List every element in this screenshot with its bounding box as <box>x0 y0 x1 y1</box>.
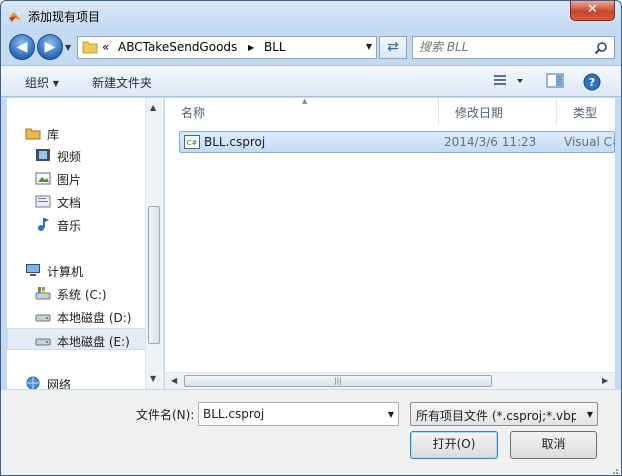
refresh-button[interactable]: ⇄ <box>379 36 407 59</box>
breadcrumb-item-bll[interactable]: BLL <box>264 40 286 54</box>
library-icon <box>25 128 41 140</box>
sidebar-item-label: 计算机 <box>47 265 84 279</box>
svg-text:?: ? <box>589 76 595 89</box>
organize-button[interactable]: 组织 ▾ <box>25 74 59 91</box>
picture-icon <box>35 172 51 185</box>
navigation-pane: 库 视频 图片 文档 音乐 计算机 系统 (C:) 本地磁盘 (D:) 本地磁盘… <box>7 98 164 389</box>
document-icon <box>35 195 51 208</box>
sidebar-item-drive-d[interactable]: 本地磁盘 (D:) <box>7 305 147 327</box>
breadcrumb-overflow[interactable]: « <box>102 40 109 54</box>
refresh-icon: ⇄ <box>387 39 399 55</box>
search-icon[interactable] <box>594 41 608 55</box>
sidebar-item-label: 文档 <box>57 196 82 210</box>
column-header-name[interactable]: 名称 ▲ <box>165 98 439 125</box>
file-modified: 2014/3/6 11:23 <box>444 135 537 149</box>
sidebar-item-network[interactable]: 网络 <box>7 372 147 389</box>
sidebar-item-drive-e[interactable]: 本地磁盘 (E:) <box>7 328 147 350</box>
scroll-right-icon[interactable]: ▶ <box>602 376 608 385</box>
breadcrumb-separator-icon[interactable]: ▶ <box>248 43 254 52</box>
sidebar-item-drive-c[interactable]: 系统 (C:) <box>7 282 147 304</box>
sidebar-item-label: 本地磁盘 (E:) <box>57 335 130 349</box>
close-button[interactable]: ✕ <box>570 1 615 21</box>
table-row[interactable]: C# BLL.csproj 2014/3/6 11:23 Visual C# <box>179 131 615 153</box>
new-folder-button[interactable]: 新建文件夹 <box>92 74 152 91</box>
drive-icon <box>35 314 51 322</box>
preview-pane-icon[interactable] <box>546 73 564 89</box>
file-type-select[interactable]: 所有项目文件 (*.csproj;*.vbproj ▼ <box>410 402 598 426</box>
dialog-footer: 文件名(N): BLL.csproj ▼ 所有项目文件 (*.csproj;*.… <box>1 390 621 475</box>
command-bar: 组织 ▾ 新建文件夹 ? <box>1 65 621 97</box>
sidebar-item-library[interactable]: 库 <box>7 122 147 144</box>
breadcrumb-item-abctakesendgoods[interactable]: ABCTakeSendGoods <box>118 40 237 54</box>
column-header-modified[interactable]: 修改日期 <box>439 98 557 125</box>
folder-icon <box>82 41 98 54</box>
video-icon <box>36 149 50 161</box>
sidebar-item-music[interactable]: 音乐 <box>7 213 147 235</box>
recent-pages-dropdown[interactable]: ▼ <box>65 43 71 52</box>
scrollbar-thumb[interactable]: ||| <box>184 375 492 387</box>
sidebar-item-label: 系统 (C:) <box>57 288 107 302</box>
forward-button[interactable]: ▶ <box>37 34 63 60</box>
cancel-button[interactable]: 取消 <box>510 431 597 459</box>
visual-studio-icon <box>9 12 21 22</box>
scroll-down-icon[interactable]: ▼ <box>150 374 156 383</box>
window-title: 添加现有项目 <box>28 10 101 24</box>
back-button[interactable]: ◀ <box>9 34 35 60</box>
file-list: 名称 ▲ 修改日期 类型 C# BLL.csproj 2014/3/6 11:2… <box>165 98 615 389</box>
svg-text:C#: C# <box>187 139 198 147</box>
address-dropdown-icon[interactable]: ▼ <box>366 42 372 51</box>
sort-ascending-icon: ▲ <box>302 98 308 105</box>
sidebar-item-pictures[interactable]: 图片 <box>7 167 147 189</box>
view-options-icon[interactable] <box>493 73 523 89</box>
scrollbar-thumb[interactable] <box>148 206 160 344</box>
file-type-dropdown-icon[interactable]: ▼ <box>587 410 593 419</box>
address-bar-row: ◀ ▶ ▼ « ABCTakeSendGoods ▶ BLL ▼ ⇄ <box>1 31 621 63</box>
sidebar-item-label: 库 <box>47 128 60 142</box>
filename-label: 文件名(N): <box>136 408 195 422</box>
csproj-file-icon: C# <box>184 135 200 149</box>
sidebar-item-computer[interactable]: 计算机 <box>7 259 147 281</box>
file-name: BLL.csproj <box>204 135 266 149</box>
computer-icon <box>26 264 40 276</box>
search-box[interactable] <box>412 36 615 59</box>
sidebar-item-video[interactable]: 视频 <box>7 144 147 166</box>
sidebar-item-documents[interactable]: 文档 <box>7 190 147 212</box>
address-field[interactable]: « ABCTakeSendGoods ▶ BLL ▼ <box>77 36 377 59</box>
filename-dropdown-icon[interactable]: ▼ <box>388 410 394 419</box>
sidebar-item-label: 图片 <box>57 173 82 187</box>
file-type-value: 所有项目文件 (*.csproj;*.vbproj <box>416 409 576 423</box>
title-bar: 添加现有项目 ✕ <box>1 1 621 31</box>
open-button[interactable]: 打开(O) <box>410 431 498 459</box>
scroll-left-icon[interactable]: ◀ <box>171 376 177 385</box>
sidebar-item-label: 音乐 <box>57 219 82 233</box>
sidebar-item-label: 视频 <box>57 150 82 164</box>
add-existing-item-dialog: 添加现有项目 ✕ ◀ ▶ ▼ « ABCTakeSendGoods ▶ BLL … <box>0 0 622 476</box>
resize-grip-icon[interactable] <box>609 465 619 475</box>
sidebar-item-label: 本地磁盘 (D:) <box>57 311 132 325</box>
scroll-up-icon[interactable]: ▲ <box>150 103 156 112</box>
help-icon[interactable]: ? <box>583 73 601 91</box>
column-header-type[interactable]: 类型 <box>557 98 615 125</box>
filename-value[interactable]: BLL.csproj <box>203 407 264 421</box>
navigation-scrollbar[interactable]: ▲ ▼ <box>145 98 162 389</box>
file-type: Visual C# <box>564 135 615 149</box>
system-drive-icon <box>35 287 51 300</box>
music-icon <box>38 218 49 231</box>
search-input[interactable] <box>419 40 589 54</box>
sidebar-item-label: 网络 <box>47 378 72 389</box>
drive-icon <box>35 338 51 346</box>
file-list-scrollbar[interactable]: ◀ ||| ▶ <box>165 372 615 389</box>
filename-field[interactable]: BLL.csproj ▼ <box>198 402 399 426</box>
network-icon <box>26 376 40 389</box>
